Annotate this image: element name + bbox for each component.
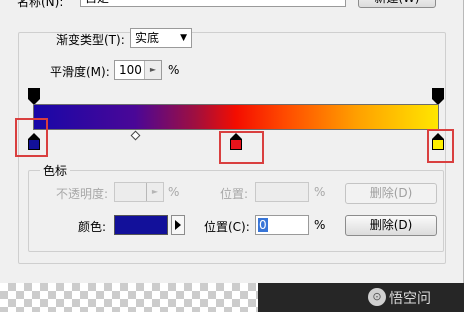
highlight-box-start-stop [15, 118, 48, 157]
gradient-editor-dialog: 名称(N): 自定 新建(W) 渐变类型(T): 实底 ▼ 平滑度(M): 10… [0, 0, 464, 283]
gradient-type-label: 渐变类型(T): [56, 33, 125, 47]
dark-canvas-area [258, 283, 464, 312]
transparency-checkerboard [0, 283, 258, 312]
highlight-box-middle-stop [219, 131, 264, 164]
smoothness-stepper-button[interactable]: ► [144, 61, 161, 79]
smoothness-value: 100 [119, 63, 142, 77]
gradient-type-value: 实底 [135, 31, 160, 45]
new-button[interactable]: 新建(W) [358, 0, 436, 8]
opacity-location-label: 位置: [220, 187, 249, 201]
color-label: 颜色: [78, 220, 107, 234]
chevron-down-icon: ▼ [180, 33, 187, 43]
opacity-stepper-button[interactable]: ► [146, 183, 163, 201]
delete-button[interactable]: 删除(D) [345, 215, 437, 236]
opacity-stop-right-swatch [432, 88, 444, 99]
color-menu-arrow-icon[interactable] [171, 215, 185, 235]
location-value: 0 [258, 218, 268, 232]
location-label: 位置(C): [204, 220, 250, 234]
color-stops-title: 色标 [40, 162, 71, 179]
highlight-box-end-stop [427, 129, 454, 163]
gradient-preview-bar[interactable] [33, 104, 439, 130]
opacity-stop-right[interactable] [432, 88, 444, 105]
watermark-text: 悟空问 [389, 291, 431, 307]
watermark-logo-icon: ⊙ [368, 288, 386, 306]
opacity-unit: % [168, 185, 180, 199]
location-unit: % [314, 218, 326, 232]
opacity-label: 不透明度: [56, 187, 109, 201]
opacity-stop-left-swatch [28, 88, 40, 99]
name-label: 名称(N): [17, 0, 64, 9]
opacity-input[interactable]: ► [114, 182, 164, 202]
color-swatch[interactable] [114, 215, 168, 235]
opacity-delete-button[interactable]: 删除(D) [345, 183, 437, 204]
opacity-location-input[interactable] [255, 182, 309, 202]
smoothness-label: 平滑度(M): [50, 65, 110, 79]
location-input[interactable]: 0 [255, 215, 309, 235]
gradient-type-select[interactable]: 实底 ▼ [130, 28, 192, 48]
opacity-stop-left[interactable] [28, 88, 40, 105]
smoothness-unit: % [168, 63, 180, 77]
opacity-location-unit: % [314, 185, 326, 199]
smoothness-input[interactable]: 100 ► [114, 60, 162, 80]
name-input[interactable]: 自定 [80, 0, 346, 7]
